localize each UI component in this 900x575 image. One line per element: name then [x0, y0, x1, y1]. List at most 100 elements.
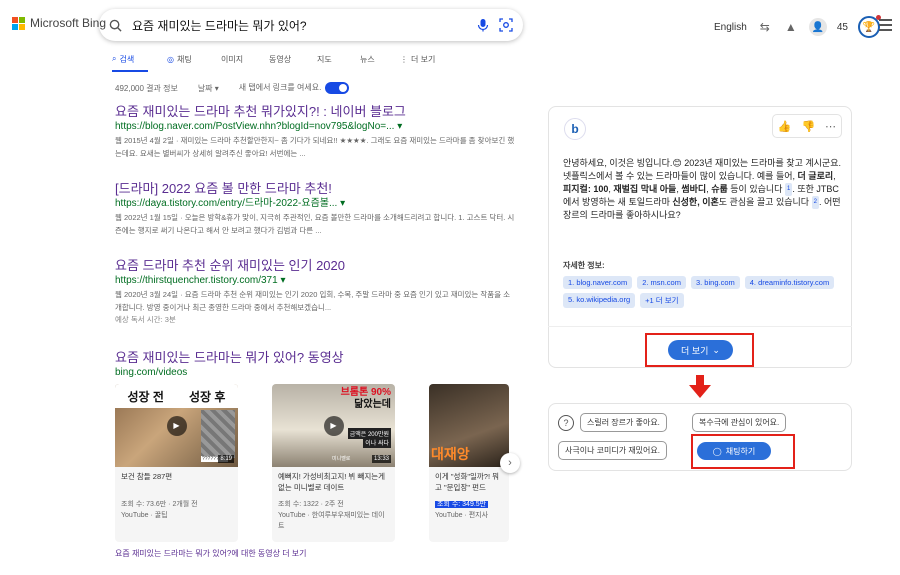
video-source[interactable]: bing.com/videos [115, 366, 515, 380]
play-icon[interactable]: ▶ [166, 415, 187, 436]
citation-badge[interactable]: 2 [811, 196, 819, 209]
source-chip[interactable]: 1. blog.naver.com [563, 276, 633, 289]
tab-images[interactable]: 이미지 [221, 52, 269, 66]
video-card[interactable]: 성장 전 성장 후 ????????? ▶ 8:19 보건 참들 287편 조회… [115, 384, 238, 542]
play-icon[interactable]: ▶ [323, 415, 344, 436]
result-title-link[interactable]: 요즘 드라마 추천 순위 재미있는 인기 2020 [115, 258, 515, 274]
video-card[interactable]: 브롬톤 90% 닮았는데 금액은 200만원 이나 싸다 미니벨로 ▶ 13:3… [272, 384, 395, 542]
search-input[interactable]: 요즘 재미있는 드라마는 뭐가 있어? [132, 17, 467, 34]
result-snippet: 웹 2022년 1월 15일 · 오늘은 방학&휴가 맞이, 지극히 주관적인,… [115, 213, 515, 235]
chevron-down-icon[interactable]: ▾ [397, 121, 402, 132]
new-tab-toggle-row: 새 탭에서 링크를 여세요. [239, 82, 350, 94]
result-count: 492,000 결과 정보 [115, 83, 178, 93]
video-title[interactable]: 이게 "성화"일까?! 뭐고 "문입장" 펀드 [429, 467, 509, 499]
source-chip[interactable]: 2. msn.com [637, 276, 686, 289]
rewards-trophy-icon[interactable]: 🏆 [857, 15, 881, 38]
carousel-next-icon[interactable]: › [500, 453, 520, 473]
chevron-down-icon: ▾ [214, 83, 219, 93]
annotation-highlight-box [645, 333, 754, 367]
result-url-text: https://daya.tistory.com/entry/드라마-2022-… [115, 198, 338, 209]
microsoft-logo-icon [12, 16, 25, 30]
feedback-buttons: 👍 👎 ⋯ [772, 114, 842, 138]
suggestion-chip[interactable]: 스릴러 장르가 좋아요. [580, 413, 667, 432]
video-thumbnail[interactable]: 브롬톤 90% 닮았는데 금액은 200만원 이나 싸다 미니벨로 ▶ 13:3… [272, 384, 395, 467]
more-icon: ⋮ [400, 54, 408, 64]
language-link[interactable]: English [714, 22, 747, 33]
tab-more[interactable]: ⋮ 더 보기 [400, 52, 450, 66]
source-chip[interactable]: 5. ko.wikipedia.org [563, 293, 636, 308]
search-icon [109, 19, 122, 32]
bing-logo[interactable]: Microsoft Bing [12, 16, 106, 30]
chat-highlight: 신성한, 이혼 [672, 197, 719, 207]
new-tab-toggle[interactable] [325, 82, 350, 94]
chat-text-segment: 등이 있습니다 [727, 184, 783, 194]
source-chip[interactable]: +1 더 보기 [640, 293, 684, 308]
bing-chat-logo-icon: b [564, 118, 586, 140]
chat-highlight: 더 글로리 [797, 171, 834, 181]
video-channel: YouTube · 꿀팁 [121, 512, 168, 519]
microphone-icon[interactable] [477, 18, 489, 32]
result-title-link[interactable]: 요즘 재미있는 드라마 추천 뭐가있지?! : 네이버 블로그 [115, 104, 515, 120]
chat-response-text: 안녕하세요, 이것은 빙입니다.😊 2023년 재미있는 드라마를 찾고 계시군… [563, 157, 841, 222]
thumb-overlay-text: 이나 싸다 [363, 437, 391, 448]
result-url-text: https://blog.naver.com/PostView.nhn?blog… [115, 121, 395, 132]
thumb-overlay-text: 브롬톤 90% [340, 387, 391, 398]
search-result: 요즘 재미있는 드라마 추천 뭐가있지?! : 네이버 블로그 https://… [115, 104, 515, 160]
tab-label: 검색 [119, 54, 135, 64]
video-title[interactable]: 예뻐지! 가성비최고지! 뷔 빼지는게 없는 미니벨로 데이트 [272, 467, 395, 499]
thumb-overlay-text: 성장 후 [189, 389, 226, 404]
date-filter-label: 날짜 [197, 83, 213, 93]
see-more-videos-link[interactable]: 요즘 재미있는 드라마는 뭐가 있어?에 대한 동영상 더 보기 [115, 548, 307, 559]
tab-chat[interactable]: ◎ 채팅 [167, 52, 221, 66]
search-icon: ⌕ [112, 54, 117, 63]
video-views: 조회 수: 349.5만 [429, 499, 509, 510]
visual-search-icon[interactable] [499, 18, 513, 32]
suggestion-chip[interactable]: 사극이나 코미디가 재밌어요. [558, 441, 667, 460]
result-snippet: 웹 2015년 4월 2일 · 재미있는 드라마 추천할만한지~ 좀 기다가 되… [115, 136, 515, 158]
video-duration: 13:33 [371, 455, 391, 463]
source-chip[interactable]: 3. bing.com [690, 276, 740, 289]
thumbs-up-icon[interactable]: 👍 [778, 120, 792, 133]
result-title-link[interactable]: [드라마] 2022 요즘 볼 만한 드라마 추천! [115, 181, 515, 197]
source-chip[interactable]: 4. dreaminfo.tistory.com [744, 276, 835, 289]
video-section-title[interactable]: 요즘 재미있는 드라마는 뭐가 있어? 동영상 [115, 350, 515, 366]
chat-highlight: 썸바디 [681, 184, 707, 194]
share-icon[interactable]: ⇆ [757, 19, 773, 35]
video-thumbnail[interactable]: 대재앙 [429, 384, 509, 467]
tab-videos[interactable]: 동영상 [269, 52, 317, 66]
video-card[interactable]: 대재앙 이게 "성화"일까?! 뭐고 "문입장" 펀드 조회 수: 349.5만… [429, 384, 509, 542]
result-snippet: 웹 2020년 3월 24일 · 요즘 드라마 추천 순위 재미있는 인기 20… [115, 290, 511, 312]
chevron-down-icon[interactable]: ▾ [340, 198, 345, 209]
tab-label: 채팅 [176, 54, 192, 64]
chat-icon: ◎ [167, 54, 174, 64]
search-result: [드라마] 2022 요즘 볼 만한 드라마 추천! https://daya.… [115, 181, 515, 237]
video-channel: YouTube · 편지사 [435, 512, 489, 519]
tab-search[interactable]: ⌕ 검색 [112, 52, 167, 66]
result-url[interactable]: https://daya.tistory.com/entry/드라마-2022-… [115, 197, 515, 211]
source-chips: 1. blog.naver.com 2. msn.com 3. bing.com… [563, 276, 848, 308]
rewards-points[interactable]: 45 [837, 22, 848, 33]
thumbs-down-icon[interactable]: 👎 [801, 120, 815, 133]
date-filter[interactable]: 날짜 ▾ [198, 83, 219, 94]
bell-icon[interactable]: ▲ [783, 19, 799, 35]
reading-time: 예상 독서 시간: 3분 [115, 315, 176, 324]
chevron-down-icon[interactable]: ▾ [280, 275, 285, 286]
result-url[interactable]: https://thirstquencher.tistory.com/371 ▾ [115, 274, 515, 288]
chat-highlight: 슈룹 [711, 184, 728, 194]
tab-news[interactable]: 뉴스 [360, 52, 400, 66]
suggestion-chip[interactable]: 복수극에 관심이 있어요. [692, 413, 787, 432]
search-bar[interactable]: 요즘 재미있는 드라마는 뭐가 있어? [99, 9, 523, 41]
chat-text-segment: , [833, 171, 836, 181]
search-result: 요즘 드라마 추천 순위 재미있는 인기 2020 https://thirst… [115, 258, 515, 326]
avatar[interactable]: 👤 [808, 18, 827, 36]
chat-text-segment: 도 관심을 끌고 있습니다 [718, 197, 810, 207]
video-title[interactable]: 보건 참들 287편 [115, 467, 238, 499]
tab-maps[interactable]: 지도 [317, 52, 360, 66]
results-meta: 492,000 결과 정보 날짜 ▾ 새 탭에서 링크를 여세요. [115, 82, 350, 94]
result-url[interactable]: https://blog.naver.com/PostView.nhn?blog… [115, 120, 515, 134]
tab-label: 지도 [317, 54, 332, 64]
video-thumbnail[interactable]: 성장 전 성장 후 ????????? ▶ 8:19 [115, 384, 238, 467]
more-options-icon[interactable]: ⋯ [825, 120, 836, 133]
tab-label: 뉴스 [360, 54, 375, 64]
hamburger-menu-icon[interactable] [879, 19, 892, 34]
